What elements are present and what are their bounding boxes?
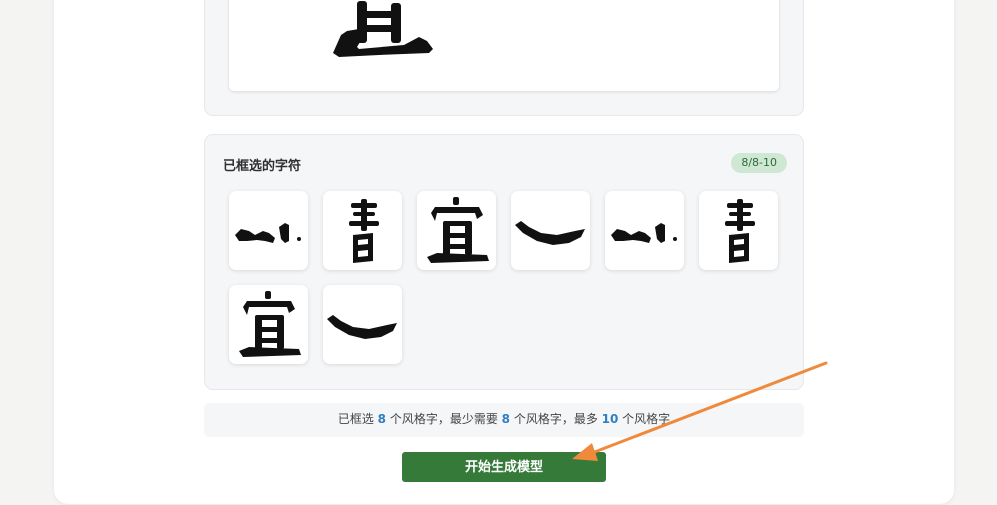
panel-title: 已框选的字符 [223, 159, 302, 174]
source-image-preview[interactable] [229, 0, 779, 91]
shu-glyph [349, 199, 379, 263]
info-text: 个风格字 [618, 412, 671, 426]
char-tile[interactable] [605, 191, 684, 270]
calligraphy-image [333, 1, 433, 57]
stroke-dot-glyph [611, 223, 677, 243]
char-tile[interactable] [511, 191, 590, 270]
yi-glyph [239, 291, 301, 357]
char-tile[interactable] [229, 191, 308, 270]
char-tile[interactable] [323, 191, 402, 270]
count-badge: 8/8-10 [731, 153, 787, 173]
info-text: 个风格字，最少需要 [386, 412, 502, 426]
upload-panel [204, 0, 804, 116]
char-tile[interactable] [699, 191, 778, 270]
yi-glyph [427, 197, 489, 263]
info-text: 已框选 [337, 412, 378, 426]
char-tile[interactable] [229, 285, 308, 364]
stroke-dot-glyph [235, 223, 301, 243]
max-count: 10 [601, 412, 619, 426]
info-text: 个风格字，最多 [510, 412, 602, 426]
start-generate-model-button[interactable]: 开始生成模型 [402, 452, 606, 482]
min-count: 8 [501, 412, 510, 426]
selected-characters-panel: 已框选的字符 8/8-10 [204, 134, 804, 390]
selection-info: 已框选 8 个风格字，最少需要 8 个风格字，最多 10 个风格字 [204, 403, 804, 437]
curved-stroke-glyph [515, 221, 585, 245]
shu-glyph [725, 199, 755, 263]
char-tile[interactable] [323, 285, 402, 364]
char-tile[interactable] [417, 191, 496, 270]
selected-count: 8 [377, 412, 386, 426]
curved-stroke-glyph [327, 315, 397, 339]
